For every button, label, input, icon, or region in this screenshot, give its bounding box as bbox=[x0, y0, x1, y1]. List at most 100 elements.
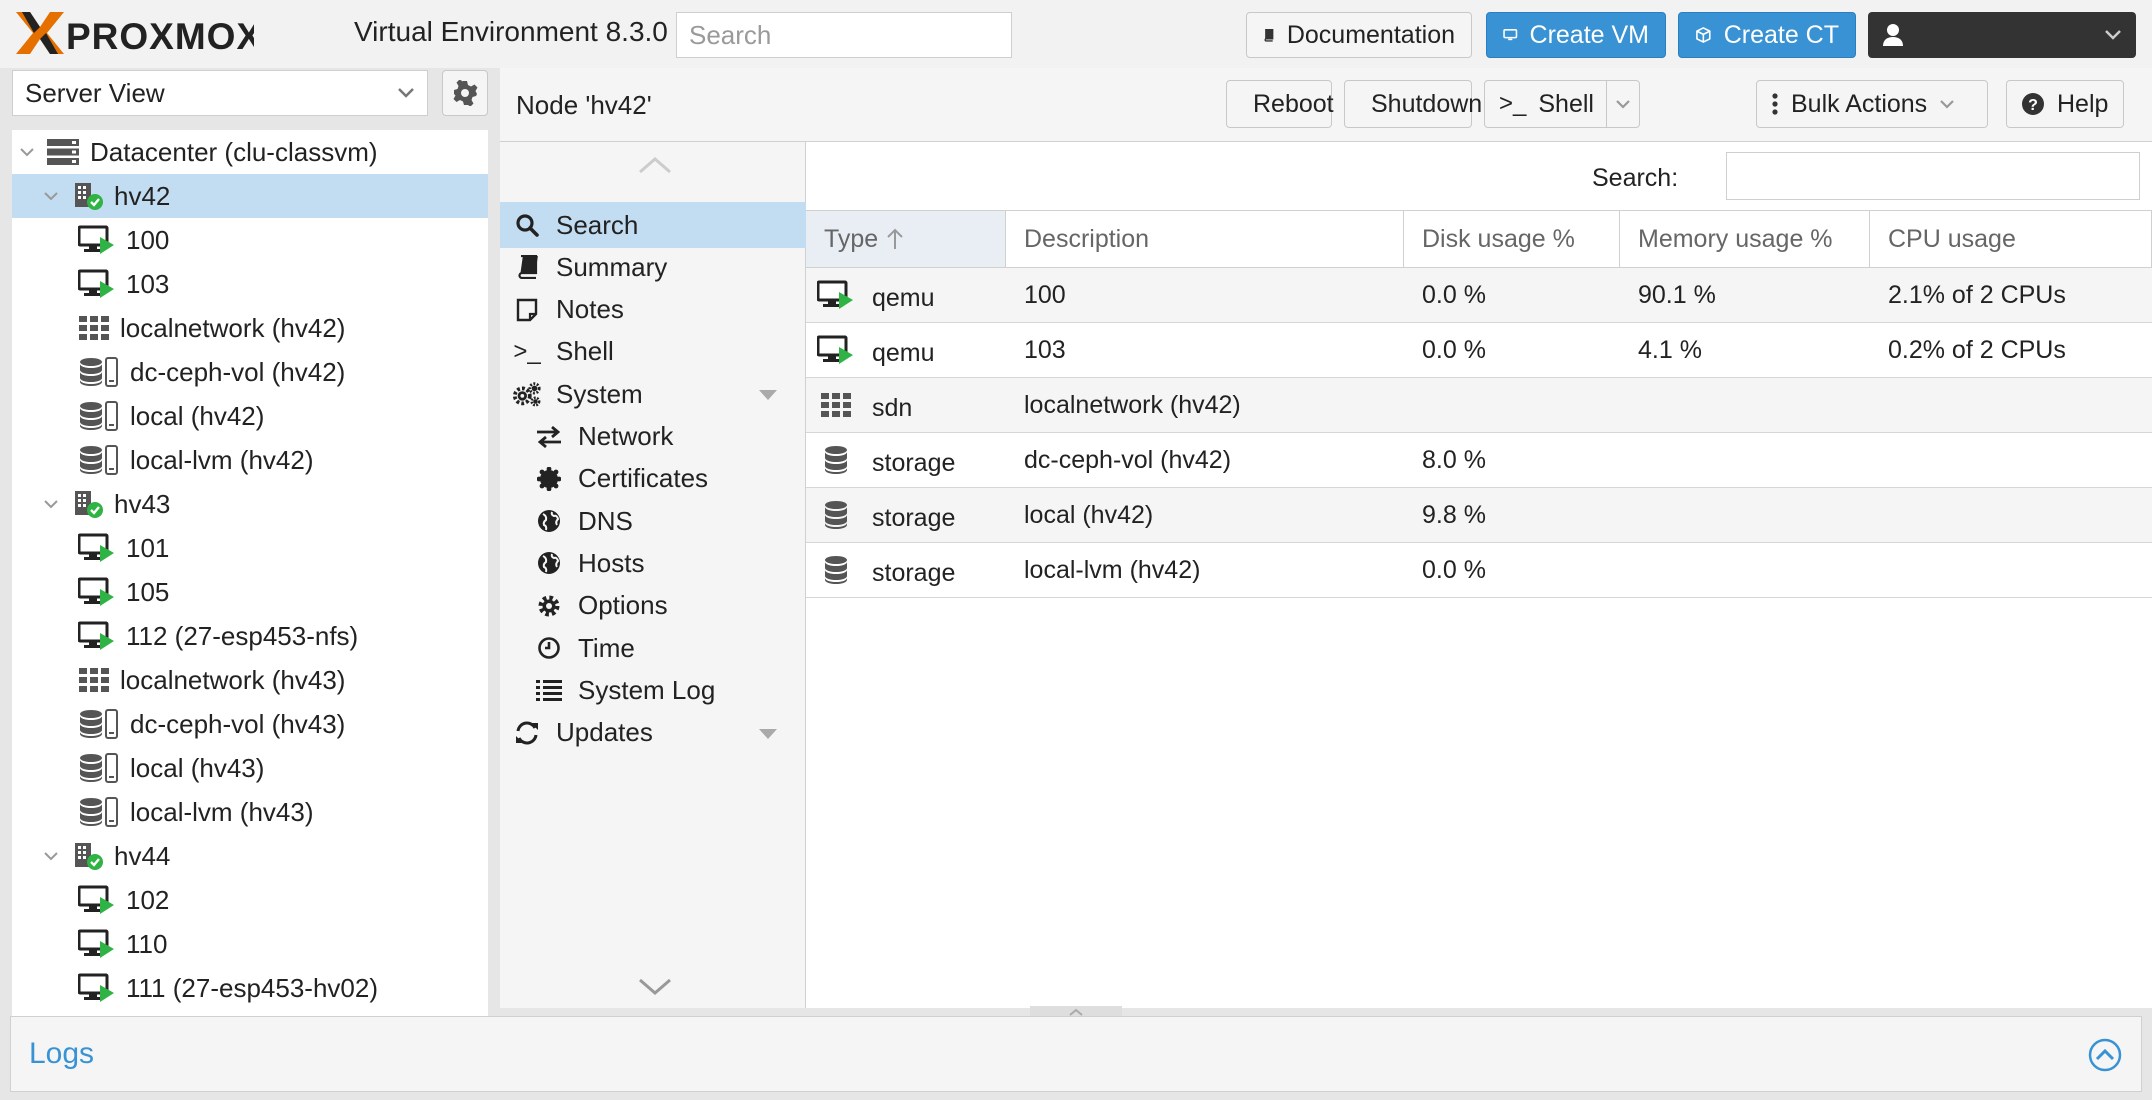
column-header-label: Type bbox=[824, 224, 879, 253]
tree-node[interactable]: 103 bbox=[12, 262, 488, 306]
tree-node[interactable]: 102 bbox=[12, 878, 488, 922]
nav-item-system[interactable]: System bbox=[500, 371, 806, 417]
tree-collapse-toggle[interactable] bbox=[40, 851, 62, 861]
nav-item-options[interactable]: Options bbox=[500, 583, 806, 629]
nav-item-network[interactable]: Network bbox=[500, 414, 806, 460]
reboot-button[interactable]: Reboot bbox=[1226, 80, 1334, 128]
nav-item-time[interactable]: Time bbox=[500, 625, 806, 671]
tree-node[interactable]: 112 (27-esp453-nfs) bbox=[12, 614, 488, 658]
help-label: Help bbox=[2057, 89, 2109, 118]
cell-type-text: storage bbox=[872, 558, 956, 587]
table-row[interactable]: storage dc-ceph-vol (hv42) 8.0 % bbox=[806, 433, 2152, 488]
tree-node[interactable]: local (hv43) bbox=[12, 746, 488, 790]
global-search-input[interactable] bbox=[676, 12, 1012, 58]
user-icon bbox=[1883, 24, 1903, 46]
nav-item-notes[interactable]: Notes bbox=[500, 287, 806, 333]
storage-icon bbox=[78, 708, 120, 740]
nav-item-updates[interactable]: Updates bbox=[500, 710, 806, 756]
resource-grid: Type Description Disk usage % Memory usage … bbox=[806, 210, 2152, 598]
nav-item-hosts[interactable]: Hosts bbox=[500, 540, 806, 586]
table-row[interactable]: storage local-lvm (hv42) 0.0 % bbox=[806, 543, 2152, 598]
grid-body: qemu 100 0.0 % 90.1 % 2.1% of 2 CPUs qemu 103 0… bbox=[806, 268, 2152, 598]
nav-item-dns[interactable]: DNS bbox=[500, 498, 806, 544]
shell-dropdown-toggle[interactable] bbox=[1605, 81, 1639, 127]
tree-node[interactable]: local-lvm (hv42) bbox=[12, 438, 488, 482]
tree-node[interactable]: local (hv42) bbox=[12, 394, 488, 438]
documentation-button[interactable]: Documentation bbox=[1246, 12, 1472, 58]
create-vm-button[interactable]: Create VM bbox=[1486, 12, 1666, 58]
tree-node[interactable]: 110 bbox=[12, 922, 488, 966]
tree-node[interactable]: Datacenter (clu-classvm) bbox=[12, 130, 488, 174]
create-ct-button[interactable]: Create CT bbox=[1678, 12, 1856, 58]
view-selector[interactable]: Server View bbox=[12, 70, 428, 116]
column-header-type[interactable]: Type bbox=[806, 211, 1006, 267]
list-icon bbox=[534, 679, 564, 702]
column-header-description[interactable]: Description bbox=[1006, 211, 1404, 267]
shutdown-label: Shutdown bbox=[1371, 89, 1483, 118]
tree-collapse-toggle[interactable] bbox=[40, 499, 62, 509]
caret-down-icon[interactable] bbox=[758, 728, 778, 740]
proxmox-logo[interactable]: PROXMOX bbox=[14, 8, 254, 58]
nav-item-certificates[interactable]: Certificates bbox=[500, 456, 806, 502]
shutdown-button[interactable]: Shutdown bbox=[1344, 80, 1482, 128]
table-row[interactable]: qemu 100 0.0 % 90.1 % 2.1% of 2 CPUs bbox=[806, 268, 2152, 323]
scroll-down-icon[interactable] bbox=[638, 978, 672, 996]
table-row[interactable]: storage local (hv42) 9.8 % bbox=[806, 488, 2152, 543]
shell-button[interactable]: >_ Shell bbox=[1484, 80, 1640, 128]
nav-item-label: Updates bbox=[556, 717, 653, 748]
tree-node[interactable]: dc-ceph-vol (hv42) bbox=[12, 350, 488, 394]
column-header-memory-usage[interactable]: Memory usage % bbox=[1620, 211, 1870, 267]
nav-item-label: Certificates bbox=[578, 463, 709, 494]
tree-collapse-toggle[interactable] bbox=[16, 147, 38, 157]
cell-disk-text: 0.0 % bbox=[1422, 280, 1486, 309]
tree-node-label: Datacenter (clu-classvm) bbox=[90, 136, 378, 167]
logs-title[interactable]: Logs bbox=[29, 1037, 94, 1071]
cell-type: sdn bbox=[806, 378, 1006, 432]
tree-node[interactable]: hv44 bbox=[12, 834, 488, 878]
cell-disk: 0.0 % bbox=[1404, 323, 1620, 377]
tree-collapse-toggle[interactable] bbox=[40, 191, 62, 201]
tree-node[interactable]: local-lvm (hv43) bbox=[12, 790, 488, 834]
tree-node[interactable]: 111 (27-esp453-hv02) bbox=[12, 966, 488, 1010]
table-row[interactable]: sdn localnetwork (hv42) bbox=[806, 378, 2152, 433]
column-header-label: Disk usage % bbox=[1422, 224, 1575, 253]
caret-down-icon[interactable] bbox=[758, 389, 778, 401]
tree-node[interactable]: 105 bbox=[12, 570, 488, 614]
tree-node[interactable]: localnetwork (hv42) bbox=[12, 306, 488, 350]
chevron-down-icon bbox=[1616, 100, 1630, 109]
tree-node[interactable]: 100 bbox=[12, 218, 488, 262]
documentation-label: Documentation bbox=[1286, 20, 1455, 49]
tree-node[interactable]: hv42 bbox=[12, 174, 488, 218]
cell-cpu bbox=[1870, 543, 2152, 597]
storage-icon bbox=[816, 500, 856, 530]
node-navigation: Search Summary Notes >_ Shell System Network Ce… bbox=[500, 142, 806, 1008]
nav-item-summary[interactable]: Summary bbox=[500, 244, 806, 290]
tree-node[interactable]: localnetwork (hv43) bbox=[12, 658, 488, 702]
bulk-actions-button[interactable]: Bulk Actions bbox=[1756, 80, 1988, 128]
scroll-up-icon[interactable] bbox=[638, 156, 672, 174]
tree-node[interactable]: dc-ceph-vol (hv43) bbox=[12, 702, 488, 746]
resource-search-input[interactable] bbox=[1726, 152, 2140, 200]
user-menu-button[interactable] bbox=[1868, 12, 2136, 58]
cell-description-text: 100 bbox=[1024, 280, 1066, 309]
expand-logs-button[interactable] bbox=[2087, 1037, 2123, 1073]
nav-item-search[interactable]: Search bbox=[500, 202, 806, 248]
nav-item-system-log[interactable]: System Log bbox=[500, 667, 806, 713]
create-ct-label: Create CT bbox=[1723, 20, 1839, 49]
svg-text:?: ? bbox=[2028, 97, 2038, 114]
ellipsis-vertical-icon bbox=[1772, 93, 1778, 115]
table-row[interactable]: qemu 103 0.0 % 4.1 % 0.2% of 2 CPUs bbox=[806, 323, 2152, 378]
tree-node[interactable]: 101 bbox=[12, 526, 488, 570]
tree-node-label: 110 bbox=[126, 928, 168, 959]
column-header-disk-usage[interactable]: Disk usage % bbox=[1404, 211, 1620, 267]
tree-settings-button[interactable] bbox=[442, 70, 488, 116]
cell-type: qemu bbox=[806, 268, 1006, 322]
help-button[interactable]: ? Help bbox=[2006, 80, 2124, 128]
nav-item-shell[interactable]: >_ Shell bbox=[500, 329, 806, 375]
cell-type: storage bbox=[806, 433, 1006, 487]
cell-type-text: storage bbox=[872, 503, 956, 532]
cogs-icon bbox=[512, 380, 542, 408]
nav-item-label: Hosts bbox=[578, 547, 645, 578]
column-header-cpu-usage[interactable]: CPU usage bbox=[1870, 211, 2152, 267]
tree-node[interactable]: hv43 bbox=[12, 482, 488, 526]
